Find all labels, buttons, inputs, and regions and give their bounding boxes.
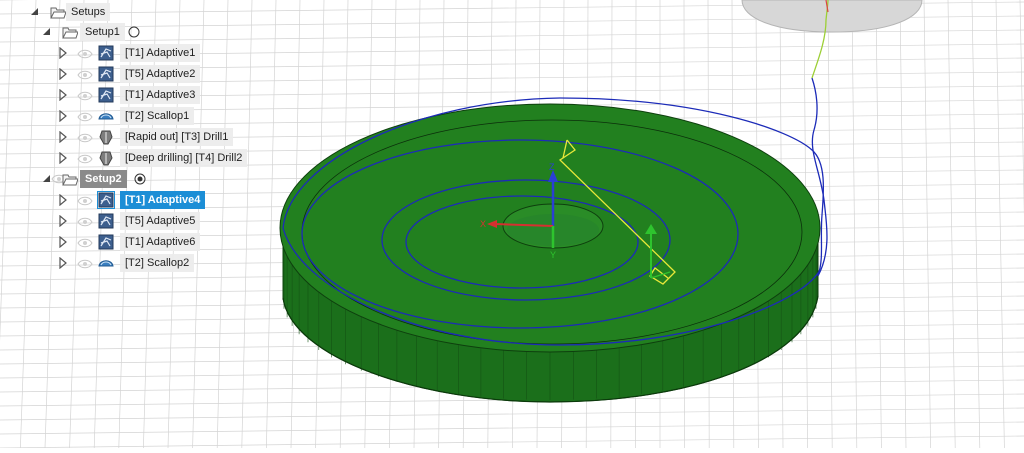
scallop-toolpath-icon bbox=[98, 108, 114, 124]
adaptive-toolpath-icon bbox=[97, 191, 115, 209]
operation-label[interactable]: [T5] Adaptive5 bbox=[120, 212, 201, 230]
folder-icon bbox=[50, 5, 66, 19]
expand-toggle[interactable] bbox=[58, 194, 68, 206]
operation-label[interactable]: [Rapid out] [T3] Drill1 bbox=[120, 128, 234, 146]
visibility-eye-icon[interactable] bbox=[76, 237, 94, 249]
expand-toggle[interactable] bbox=[42, 26, 52, 38]
operation-label[interactable]: [T1] Adaptive6 bbox=[120, 233, 201, 251]
expand-toggle[interactable] bbox=[58, 89, 68, 101]
visibility-eye-icon[interactable] bbox=[76, 48, 94, 60]
setups-root-label[interactable]: Setups bbox=[66, 3, 111, 21]
operation-label[interactable]: [T1] Adaptive3 bbox=[120, 86, 201, 104]
grid-line bbox=[827, 0, 833, 449]
setup-label[interactable]: Setup1 bbox=[80, 23, 125, 41]
adaptive-toolpath-icon bbox=[98, 87, 114, 103]
expand-toggle[interactable] bbox=[30, 6, 40, 18]
visibility-eye-icon[interactable] bbox=[76, 216, 94, 228]
expand-toggle[interactable] bbox=[58, 215, 68, 227]
adaptive-toolpath-icon bbox=[98, 234, 114, 250]
expand-toggle[interactable] bbox=[58, 152, 68, 164]
adaptive-toolpath-icon bbox=[98, 213, 114, 229]
active-setup-radio-icon[interactable] bbox=[134, 173, 146, 185]
operation-label[interactable]: [T1] Adaptive1 bbox=[120, 44, 201, 62]
grid-line bbox=[875, 0, 882, 449]
axis-z-label: Z bbox=[549, 162, 555, 172]
folder-icon bbox=[62, 172, 78, 186]
setup-label[interactable]: Setup2 bbox=[80, 170, 127, 188]
operation-label[interactable]: [T5] Adaptive2 bbox=[120, 65, 201, 83]
expand-toggle[interactable] bbox=[58, 47, 68, 59]
tool-holder bbox=[741, 0, 923, 33]
cam-browser-tree: Setups Setup1 [T1] Adaptive1 [T5] Adaptive2… bbox=[0, 0, 260, 275]
visibility-eye-icon[interactable] bbox=[76, 69, 94, 81]
visibility-eye-icon[interactable] bbox=[76, 195, 94, 207]
visibility-eye-icon[interactable] bbox=[76, 90, 94, 102]
grid-line bbox=[0, 407, 1024, 421]
folder-icon bbox=[62, 25, 78, 39]
setup-radio-icon[interactable] bbox=[128, 26, 140, 38]
scallop-toolpath-icon bbox=[98, 255, 114, 271]
grid-line bbox=[0, 421, 1024, 435]
operation-label[interactable]: [T1] Adaptive4 bbox=[120, 191, 206, 209]
drill-toolpath-icon bbox=[98, 129, 114, 145]
adaptive-toolpath-icon bbox=[98, 45, 114, 61]
visibility-eye-icon[interactable] bbox=[76, 111, 94, 123]
expand-toggle[interactable] bbox=[58, 131, 68, 143]
grid-line bbox=[851, 0, 858, 449]
grid-line bbox=[0, 435, 1024, 449]
operation-label[interactable]: [Deep drilling] [T4] Drill2 bbox=[120, 149, 248, 167]
expand-toggle[interactable] bbox=[58, 110, 68, 122]
operation-label[interactable]: [T2] Scallop1 bbox=[120, 107, 195, 125]
drill-toolpath-icon bbox=[98, 150, 114, 166]
visibility-eye-icon[interactable] bbox=[76, 258, 94, 270]
visibility-eye-icon[interactable] bbox=[76, 132, 94, 144]
adaptive-toolpath-icon bbox=[98, 66, 114, 82]
grid-line bbox=[899, 0, 907, 449]
expand-toggle[interactable] bbox=[58, 68, 68, 80]
axis-x-label: X bbox=[480, 219, 486, 229]
grid-line bbox=[995, 0, 1005, 449]
operation-label[interactable]: [T2] Scallop2 bbox=[120, 254, 195, 272]
visibility-eye-icon[interactable] bbox=[76, 153, 94, 165]
axis-y-label: Y bbox=[550, 250, 556, 260]
grid-line bbox=[1019, 0, 1024, 217]
expand-toggle[interactable] bbox=[58, 257, 68, 269]
expand-toggle[interactable] bbox=[58, 236, 68, 248]
